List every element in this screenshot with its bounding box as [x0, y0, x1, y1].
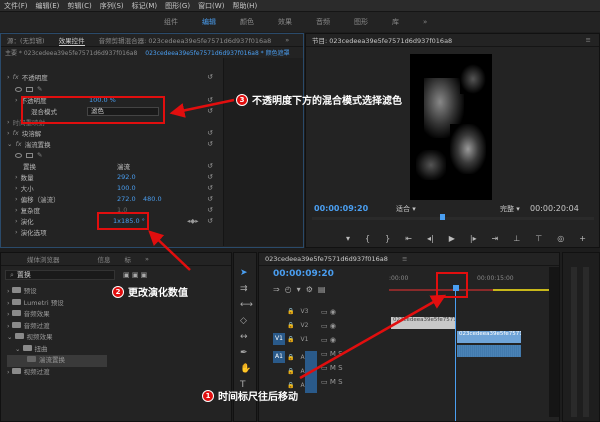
callout-1-text: 时间标尺往后移动 [218, 392, 298, 403]
callout-2: 2 更改演化数值 [112, 284, 188, 299]
arrow-1 [299, 294, 447, 380]
callout-2-number: 2 [112, 285, 124, 298]
callout-2-text: 更改演化数值 [128, 288, 188, 299]
callout-3: 3 不透明度下方的混合模式选择滤色 [236, 92, 402, 107]
callout-1: 1 时间标尺往后移动 [202, 388, 298, 403]
callout-3-text: 不透明度下方的混合模式选择滤色 [252, 96, 402, 107]
annotation-arrows [148, 98, 447, 380]
callout-1-number: 1 [202, 389, 214, 402]
callout-3-number: 3 [236, 93, 248, 106]
arrow-2 [148, 230, 191, 271]
arrow-3 [169, 98, 235, 118]
